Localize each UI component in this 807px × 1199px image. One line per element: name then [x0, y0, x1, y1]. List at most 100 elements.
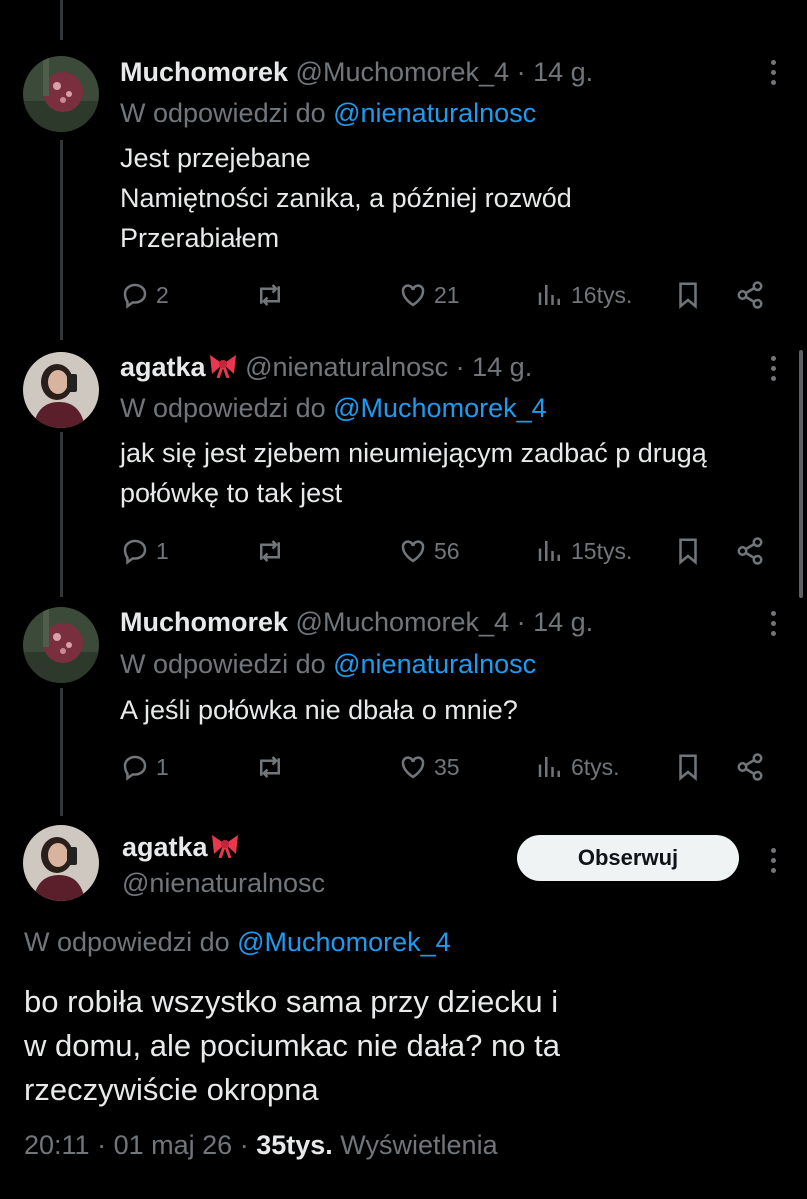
more-icon[interactable]: [771, 848, 779, 873]
bookmark-icon: [679, 754, 697, 781]
avatar[interactable]: [23, 607, 99, 683]
timestamp[interactable]: 14 g.: [472, 352, 532, 382]
views-button[interactable]: 16tys.: [535, 277, 632, 313]
separator: ·: [516, 57, 526, 87]
bookmark-icon: [679, 282, 697, 309]
like-count: 21: [434, 281, 460, 308]
reply-button[interactable]: 1: [120, 533, 169, 569]
reply-prefix: W odpowiedzi do: [24, 927, 238, 957]
reply-icon: [123, 539, 147, 565]
avatar[interactable]: [23, 825, 99, 901]
share-icon: [737, 753, 763, 781]
text-line: połówkę to tak jest: [120, 478, 343, 508]
text-line: Jest przejebane: [120, 143, 311, 173]
reply-button[interactable]: 1: [120, 749, 169, 785]
more-icon[interactable]: [771, 356, 779, 381]
bow-emoji: [209, 355, 236, 378]
text-line: w domu, ale pociumkac nie dała? no ta: [24, 1028, 560, 1063]
author-name[interactable]: agatka: [120, 352, 238, 382]
text-line: Namiętności zanika, a później rozwód: [120, 183, 572, 213]
bookmark-button[interactable]: [673, 749, 703, 785]
views-button[interactable]: 15tys.: [535, 533, 632, 569]
like-button[interactable]: 56: [398, 533, 460, 569]
tweet-text: A jeśli połówka nie dbała o mnie?: [120, 690, 518, 730]
action-bar: 1 56 15tys.: [120, 533, 780, 569]
reply-icon: [123, 755, 147, 781]
share-button[interactable]: [735, 533, 765, 569]
reply-count: 2: [156, 281, 169, 308]
author-handle[interactable]: @Muchomorek_4: [296, 57, 510, 87]
more-icon[interactable]: [771, 611, 779, 636]
retweet-button[interactable]: [255, 277, 285, 313]
tweet-date[interactable]: 01 maj 26: [114, 1130, 233, 1160]
author-handle[interactable]: @Muchomorek_4: [296, 607, 510, 637]
views-count: 6tys.: [571, 753, 620, 780]
tweet-text: bo robiła wszystko sama przy dziecku i w…: [24, 980, 560, 1112]
separator: ·: [97, 1130, 107, 1160]
like-button[interactable]: 21: [398, 277, 460, 313]
tweet-meta: 20:11 · 01 maj 26 · 35tys. Wyświetlenia: [24, 1130, 498, 1161]
text-line: jak się jest zjebem nieumiejącym zadbać …: [120, 438, 707, 468]
views-button[interactable]: 6tys.: [535, 749, 620, 785]
action-bar: 2 21 16tys.: [120, 277, 780, 313]
like-button[interactable]: 35: [398, 749, 460, 785]
separator: ·: [455, 352, 465, 382]
views-count: 15tys.: [571, 537, 633, 564]
mention-link[interactable]: @Muchomorek_4: [333, 393, 547, 423]
retweet-icon: [260, 540, 280, 562]
reply-button[interactable]: 2: [120, 277, 169, 313]
bookmark-button[interactable]: [673, 533, 703, 569]
views-icon: [538, 541, 560, 561]
retweet-icon: [260, 756, 280, 778]
action-bar: 1 35 6tys.: [120, 749, 780, 785]
mention-link[interactable]: @nienaturalnosc: [333, 649, 536, 679]
avatar[interactable]: [23, 56, 99, 132]
author-name[interactable]: agatka: [122, 832, 240, 862]
retweet-icon: [260, 284, 280, 306]
tweet-time[interactable]: 20:11: [24, 1130, 90, 1160]
views-label: Wyświetlenia: [340, 1130, 498, 1160]
timestamp[interactable]: 14 g.: [533, 607, 593, 637]
mention-link[interactable]: @Muchomorek_4: [237, 927, 451, 957]
like-count: 56: [434, 537, 460, 564]
tweet-text: jak się jest zjebem nieumiejącym zadbać …: [120, 433, 707, 513]
like-icon: [401, 284, 425, 307]
scrollbar[interactable]: [799, 350, 803, 598]
author-name[interactable]: Muchomorek: [120, 57, 288, 87]
like-icon: [401, 756, 425, 779]
author-name[interactable]: Muchomorek: [120, 607, 288, 637]
text-line: rzeczywiście okropna: [24, 1072, 319, 1107]
views-icon: [538, 757, 560, 777]
timestamp[interactable]: 14 g.: [533, 57, 593, 87]
reply-count: 1: [156, 537, 169, 564]
more-icon[interactable]: [771, 60, 779, 85]
reply-icon: [123, 283, 147, 309]
avatar[interactable]: [23, 352, 99, 428]
share-button[interactable]: [735, 749, 765, 785]
separator: ·: [239, 1130, 249, 1160]
bookmark-icon: [679, 538, 697, 565]
retweet-button[interactable]: [255, 749, 285, 785]
mention-link[interactable]: @nienaturalnosc: [333, 98, 536, 128]
text-line: bo robiła wszystko sama przy dziecku i: [24, 984, 559, 1019]
bow-emoji: [211, 835, 238, 858]
views-count: 35tys.: [256, 1130, 333, 1160]
thread-line: [60, 688, 63, 816]
like-count: 35: [434, 753, 460, 780]
author-handle[interactable]: @nienaturalnosc: [245, 352, 448, 382]
author-handle[interactable]: @nienaturalnosc: [122, 868, 325, 899]
follow-button[interactable]: Obserwuj: [517, 835, 739, 881]
separator: ·: [516, 607, 526, 637]
views-count: 16tys.: [571, 281, 633, 308]
retweet-button[interactable]: [255, 533, 285, 569]
reply-prefix: W odpowiedzi do: [120, 98, 334, 128]
text-line: A jeśli połówka nie dbała o mnie?: [120, 695, 518, 725]
bookmark-button[interactable]: [673, 277, 703, 313]
tweet-text: Jest przejebane Namiętności zanika, a pó…: [120, 138, 572, 258]
share-button[interactable]: [735, 277, 765, 313]
like-icon: [401, 540, 425, 563]
reply-count: 1: [156, 753, 169, 780]
views-icon: [538, 285, 560, 305]
reply-prefix: W odpowiedzi do: [120, 393, 334, 423]
thread-line: [60, 140, 63, 340]
